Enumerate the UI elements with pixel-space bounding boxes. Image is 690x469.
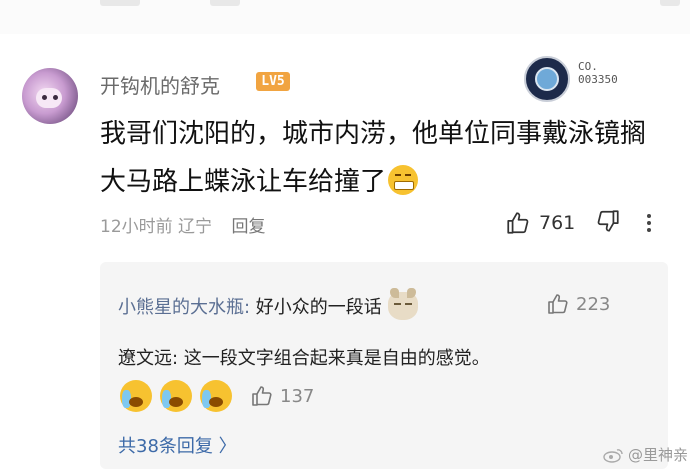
previous-comment-edge — [0, 0, 690, 34]
comment-time: 12小时前 — [100, 217, 173, 237]
watermark-text: @里神亲 — [628, 446, 689, 464]
crying-emoji-icon — [200, 380, 232, 412]
medal-number: CO. 003350 — [578, 60, 618, 86]
thumbs-up-icon — [548, 294, 568, 314]
thumbs-up-icon — [507, 212, 529, 234]
reply-button[interactable]: 回复 — [231, 217, 265, 237]
view-more-replies-link[interactable]: 共38条回复 〉 — [118, 432, 237, 458]
reply-item[interactable]: 遼文远: 这一段文字组合起来真是自由的感觉。 — [118, 344, 490, 370]
comment-body: 我哥们沈阳的，城市内涝，他单位同事戴泳镜搁大马路上蝶泳让车给撞了 — [100, 110, 660, 206]
reply-like-button[interactable]: 137 — [250, 384, 314, 408]
comment-meta: 12小时前 辽宁 回复 — [100, 212, 265, 237]
reply-like-button[interactable]: 223 — [546, 292, 610, 316]
like-button[interactable]: 761 — [505, 210, 575, 236]
watermark: @里神亲 — [602, 444, 688, 465]
reply-text: 这一段文字组合起来真是自由的感觉。 — [178, 348, 490, 369]
reply-emoji-row: 137 — [120, 380, 314, 412]
reply-like-count: 223 — [576, 293, 611, 315]
thumbs-up-icon — [252, 386, 272, 406]
replies-panel: 小熊星的大水瓶: 好小众的一段话 223 遼文远: 这一段文字组合起来真是自由的… — [100, 262, 668, 469]
comment-actions: 761 — [505, 206, 652, 240]
like-count: 761 — [539, 212, 576, 234]
reply-item[interactable]: 小熊星的大水瓶: 好小众的一段话 — [118, 288, 418, 320]
level-badge: LV5 — [256, 72, 290, 91]
reply-text: 好小众的一段话 — [250, 297, 382, 318]
more-options-icon[interactable] — [647, 214, 652, 232]
dislike-button[interactable] — [595, 208, 621, 238]
crying-emoji-icon — [160, 380, 192, 412]
reply-username[interactable]: 遼文远: — [118, 348, 178, 369]
grin-emoji-icon — [388, 165, 419, 195]
comment-username[interactable]: 开钩机的舒克 — [100, 70, 220, 99]
crying-emoji-icon — [120, 380, 152, 412]
thumbs-down-icon — [597, 210, 619, 232]
dog-emoji-icon — [387, 288, 418, 320]
weibo-logo-icon — [603, 448, 623, 463]
reply-username[interactable]: 小熊星的大水瓶: — [118, 297, 250, 318]
fan-medal-icon[interactable] — [524, 56, 570, 102]
comment-text: 我哥们沈阳的，城市内涝，他单位同事戴泳镜搁大马路上蝶泳让车给撞了 — [100, 119, 647, 197]
avatar[interactable] — [22, 68, 78, 124]
comment-location: 辽宁 — [178, 217, 213, 237]
reply-like-count: 137 — [280, 385, 315, 407]
